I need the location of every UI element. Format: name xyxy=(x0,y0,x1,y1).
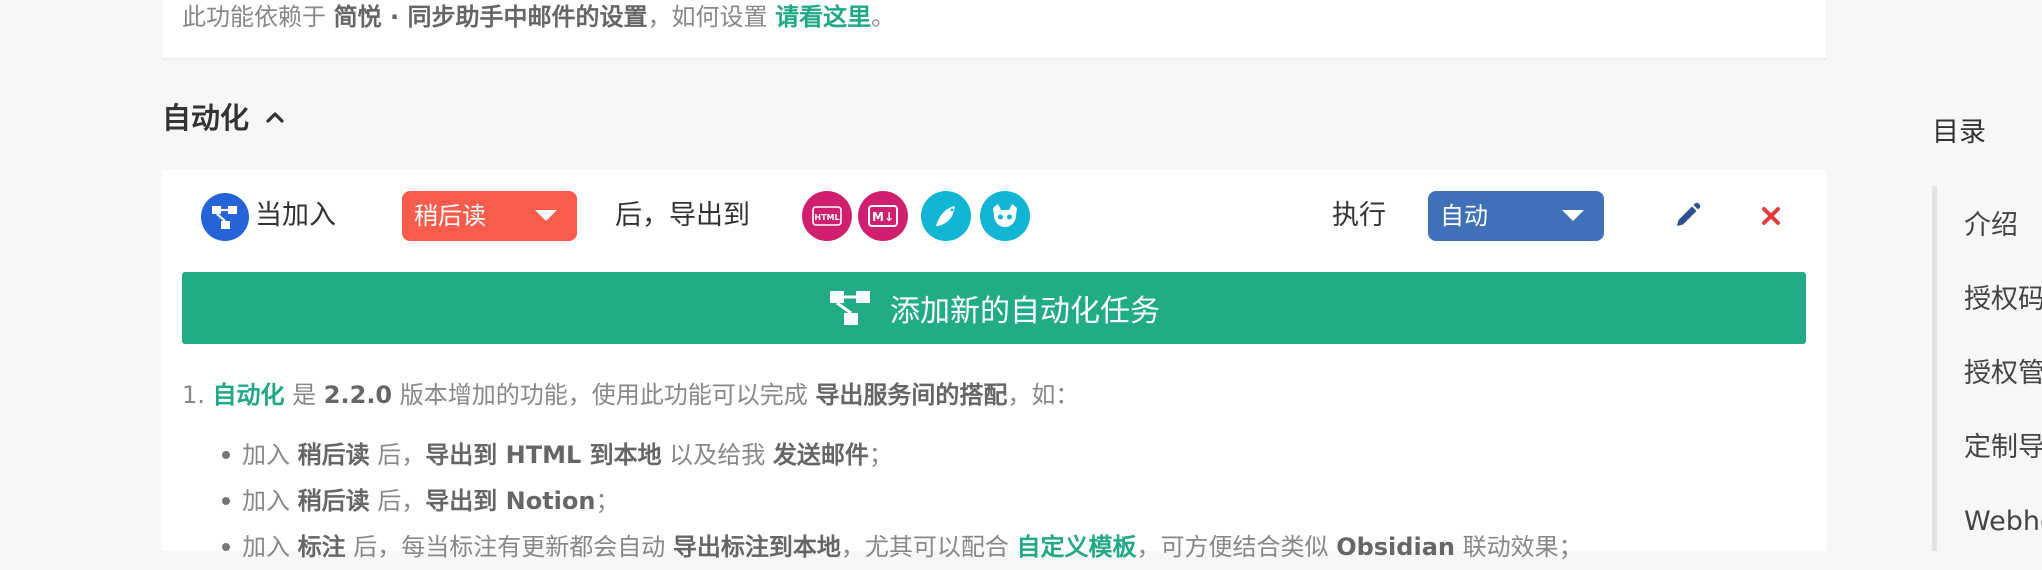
exec-label: 执行 xyxy=(1332,200,1386,231)
example-list: 加入 稍后读 后，导出到 HTML 到本地 以及给我 发送邮件； 加入 稍后读 … xyxy=(222,432,1583,570)
dropdown-caret-icon xyxy=(535,210,557,221)
automation-card: 当加入 稍后读 后，导出到 HTML M↓ 执行 自动 添加新的自动化任务 1.… xyxy=(162,170,1826,561)
dropdown-caret-icon xyxy=(1562,210,1584,221)
bird-service-icon[interactable] xyxy=(921,191,971,241)
notice-card: 此功能依赖于 简悦 · 同步助手中邮件的设置，如何设置 请看这里。 xyxy=(162,0,1826,59)
automation-link[interactable]: 自动化 xyxy=(213,381,285,409)
list-item: 加入 稍后读 后，导出到 HTML 到本地 以及给我 发送邮件； xyxy=(222,432,1583,478)
automation-row: 当加入 稍后读 后，导出到 HTML M↓ 执行 自动 xyxy=(162,188,1826,244)
workflow-icon xyxy=(830,291,870,325)
add-automation-label: 添加新的自动化任务 xyxy=(890,294,1160,329)
notice-bold: 简悦 · 同步助手中邮件的设置 xyxy=(333,3,648,31)
section-title[interactable]: 自动化 xyxy=(162,98,287,138)
toc-title: 目录 xyxy=(1932,117,1986,148)
export-label: 后，导出到 xyxy=(615,200,750,231)
section-title-label: 自动化 xyxy=(162,101,250,135)
trigger-select-value: 稍后读 xyxy=(414,202,486,230)
toc-item-webhook[interactable]: Webho xyxy=(1964,502,2042,542)
pencil-icon[interactable] xyxy=(1672,201,1702,231)
html-service-icon[interactable]: HTML xyxy=(802,191,852,241)
when-label: 当加入 xyxy=(255,200,336,231)
workflow-icon xyxy=(201,193,249,241)
toc-item-custom-export[interactable]: 定制导 xyxy=(1964,428,2042,468)
close-icon[interactable] xyxy=(1756,201,1786,231)
svg-text:M↓: M↓ xyxy=(872,210,894,224)
notice-text: 此功能依赖于 简悦 · 同步助手中邮件的设置，如何设置 请看这里。 xyxy=(182,3,896,31)
svg-text:HTML: HTML xyxy=(814,213,839,222)
exec-select[interactable]: 自动 xyxy=(1428,191,1604,241)
toc-item-auth-code[interactable]: 授权码 xyxy=(1964,280,2042,320)
notice-link[interactable]: 请看这里 xyxy=(775,3,871,31)
description-line: 1. 自动化 是 2.2.0 版本增加的功能，使用此功能可以完成 导出服务间的搭… xyxy=(182,381,1080,409)
list-item: 加入 稍后读 后，导出到 Notion； xyxy=(222,478,1583,524)
trigger-select[interactable]: 稍后读 xyxy=(402,191,577,241)
chevron-up-icon[interactable] xyxy=(263,106,287,130)
markdown-service-icon[interactable]: M↓ xyxy=(858,191,908,241)
toc-item-intro[interactable]: 介绍 xyxy=(1964,206,2018,246)
toc-item-auth-manage[interactable]: 授权管 xyxy=(1964,354,2042,394)
github-service-icon[interactable] xyxy=(980,191,1030,241)
list-item: 加入 标注 后，每当标注有更新都会自动 导出标注到本地，尤其可以配合 自定义模板… xyxy=(222,524,1583,570)
toc-list: 介绍 授权码 授权管 定制导 Webho xyxy=(1932,186,2042,551)
add-automation-button[interactable]: 添加新的自动化任务 xyxy=(182,272,1806,344)
custom-template-link[interactable]: 自定义模板 xyxy=(1017,533,1137,561)
exec-select-value: 自动 xyxy=(1440,202,1488,230)
